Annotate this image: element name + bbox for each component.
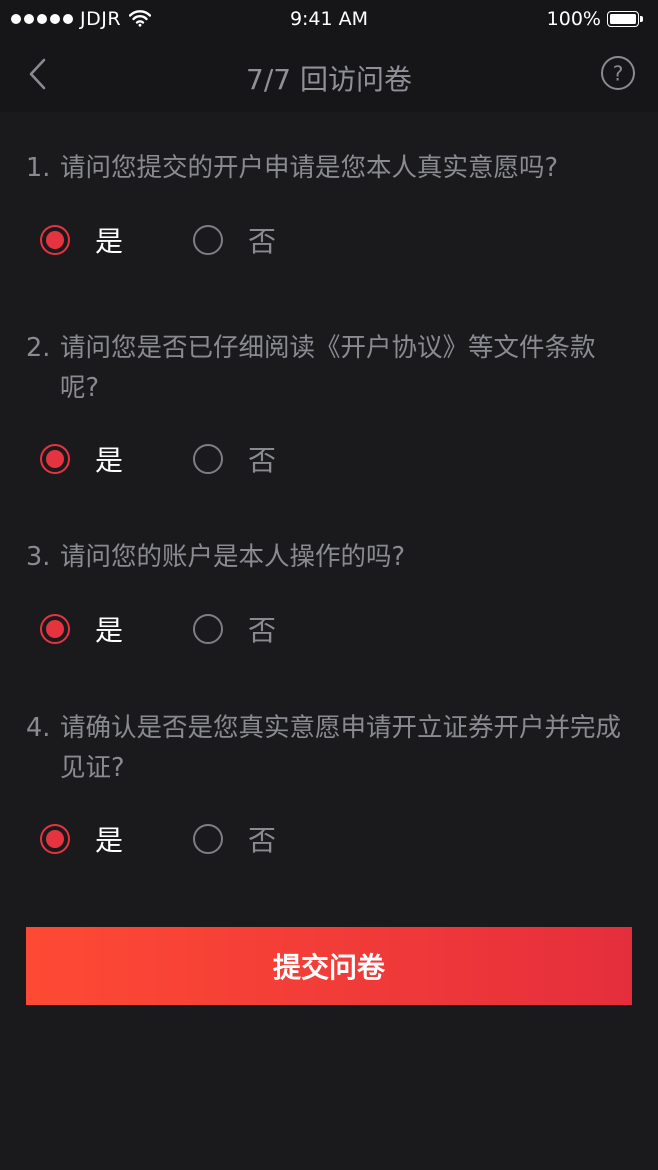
option-no[interactable]: 否 [193,220,276,260]
question-number: 2. [26,333,51,363]
option-no[interactable]: 否 [193,609,276,649]
radio-checked-icon[interactable] [40,225,70,255]
question-2-options: 是 否 [40,439,276,479]
option-no[interactable]: 否 [193,439,276,479]
option-yes[interactable]: 是 [40,220,123,260]
question-text: 1. 请问您提交的开户申请是您本人真实意愿吗? [26,148,632,188]
radio-checked-icon[interactable] [40,614,70,644]
option-label: 否 [248,614,277,647]
option-label: 否 [248,824,277,857]
question-body: 请问您提交的开户申请是您本人真实意愿吗? [60,153,559,183]
option-no[interactable]: 否 [193,819,276,859]
question-1-options: 是 否 [40,220,276,260]
question-body: 请问您的账户是本人操作的吗? [60,542,406,572]
option-yes[interactable]: 是 [40,439,123,479]
option-yes[interactable]: 是 [40,609,123,649]
question-body: 请确认是否是您真实意愿申请开立证券开户并完成见证? [60,713,622,783]
option-label: 否 [248,225,277,258]
option-label: 是 [95,824,124,857]
radio-unchecked-icon[interactable] [193,614,224,644]
question-number: 4. [26,713,51,743]
help-icon: ? [601,56,635,90]
svg-text:?: ? [613,62,624,86]
option-yes[interactable]: 是 [40,819,123,859]
option-label: 否 [248,444,277,477]
radio-checked-icon[interactable] [40,824,70,854]
radio-unchecked-icon[interactable] [193,824,224,854]
status-right: 100% [547,8,644,30]
option-label: 是 [95,614,124,647]
submit-button[interactable]: 提交问卷 [26,927,632,1005]
radio-unchecked-icon[interactable] [193,225,224,255]
question-2: 2. 请问您是否已仔细阅读《开户协议》等文件条款呢? [26,328,632,408]
battery-percentage: 100% [546,8,601,30]
questionnaire-content: 1. 请问您提交的开户申请是您本人真实意愿吗? 是 否 2. 请问您是否已仔细阅… [0,112,658,1170]
nav-bar: 7/7 回访问卷 ? [0,38,658,112]
question-text: 3. 请问您的账户是本人操作的吗? [26,537,632,577]
question-4-options: 是 否 [40,819,276,859]
question-3: 3. 请问您的账户是本人操作的吗? [26,537,632,577]
question-4: 4. 请确认是否是您真实意愿申请开立证券开户并完成见证? [26,708,632,788]
question-body: 请问您是否已仔细阅读《开户协议》等文件条款呢? [60,333,596,403]
page-title: 7/7 回访问卷 [246,63,412,96]
status-bar: JDJR 9:41 AM 100% [0,0,658,38]
radio-checked-icon[interactable] [40,444,70,474]
option-label: 是 [95,444,124,477]
question-1: 1. 请问您提交的开户申请是您本人真实意愿吗? [26,148,632,188]
help-button[interactable]: ? [600,55,636,91]
question-number: 1. [26,153,51,183]
radio-unchecked-icon[interactable] [193,444,224,474]
question-number: 3. [26,542,51,572]
question-text: 2. 请问您是否已仔细阅读《开户协议》等文件条款呢? [26,328,632,408]
battery-icon [607,10,644,28]
question-3-options: 是 否 [40,609,276,649]
question-text: 4. 请确认是否是您真实意愿申请开立证券开户并完成见证? [26,708,632,788]
option-label: 是 [95,225,124,258]
